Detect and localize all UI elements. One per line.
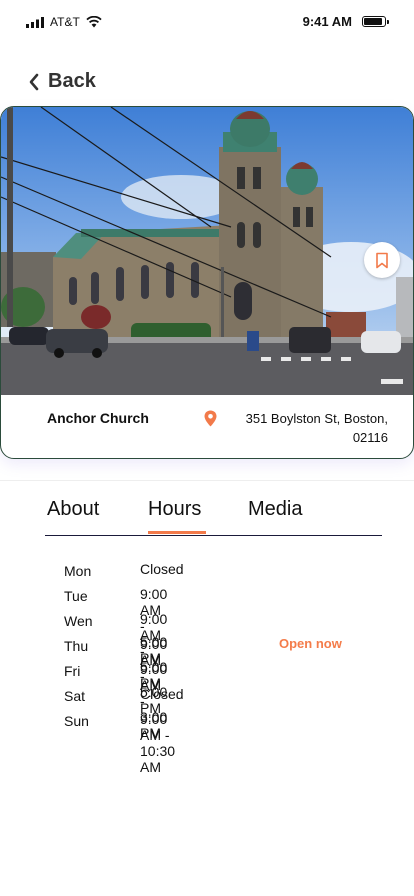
hours-value: Closed xyxy=(140,686,184,702)
location-pin-icon xyxy=(204,410,217,427)
status-bar: AT&T 9:41 AM xyxy=(0,0,414,44)
hours-value: 9:00 AM - 10:30 AM xyxy=(140,711,176,775)
place-address: 351 Boylston St, Boston, 02116 xyxy=(228,409,388,447)
address-line-2: 02116 xyxy=(352,430,388,445)
day-label: Wen xyxy=(64,613,93,629)
active-tab-indicator xyxy=(148,531,206,534)
back-button[interactable]: Back xyxy=(28,70,96,93)
back-label: Back xyxy=(48,70,96,92)
place-card[interactable] xyxy=(0,106,414,459)
day-label: Fri xyxy=(64,663,81,679)
day-label: Sun xyxy=(64,713,89,729)
day-label: Thu xyxy=(64,638,89,654)
tab-bar: About Hours Media xyxy=(45,498,382,536)
chevron-left-icon xyxy=(29,73,39,90)
signal-icon xyxy=(26,16,44,28)
tab-about[interactable]: About xyxy=(47,498,99,521)
wifi-icon xyxy=(86,16,102,28)
status-left: AT&T xyxy=(26,15,102,29)
hours-value: Closed xyxy=(140,561,184,577)
day-label: Tue xyxy=(64,588,88,604)
church-photo xyxy=(1,107,413,395)
bookmark-icon xyxy=(376,252,388,268)
bookmark-button[interactable] xyxy=(364,242,400,278)
day-label: Sat xyxy=(64,688,86,704)
tab-hours[interactable]: Hours xyxy=(148,498,201,521)
section-divider xyxy=(0,480,414,481)
place-name: Anchor Church xyxy=(47,410,149,426)
tab-media[interactable]: Media xyxy=(248,498,302,521)
carrier-label: AT&T xyxy=(50,15,80,29)
address-line-1: 351 Boylston St, Boston, xyxy=(245,411,388,426)
battery-icon xyxy=(362,16,389,27)
status-time: 9:41 AM xyxy=(302,14,352,29)
open-now-badge: Open now xyxy=(279,636,342,651)
day-label: Mon xyxy=(64,563,92,579)
